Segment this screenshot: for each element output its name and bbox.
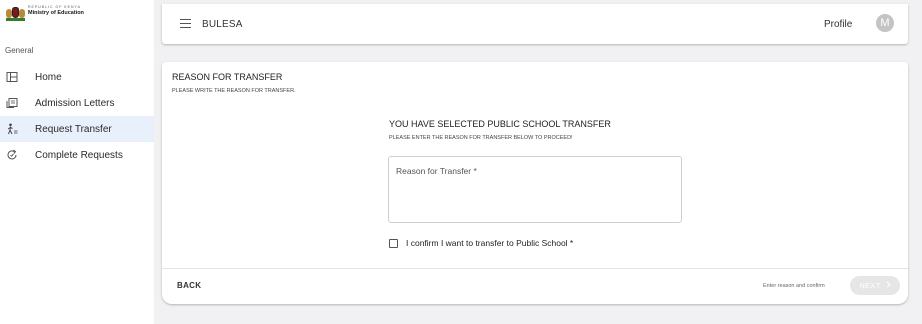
coat-of-arms-icon [6, 6, 25, 21]
refresh-icon [6, 149, 18, 161]
sidebar-item-home[interactable]: Home [0, 64, 154, 90]
selection-title: YOU HAVE SELECTED PUBLIC SCHOOL TRANSFER [389, 119, 611, 129]
dashboard-icon [6, 71, 18, 83]
confirm-transfer-option[interactable]: I confirm I want to transfer to Public S… [389, 238, 573, 248]
avatar[interactable]: M [876, 14, 894, 32]
sidebar-item-label: Complete Requests [35, 149, 123, 161]
sidebar-item-label: Home [35, 71, 62, 83]
form-subtitle: PLEASE WRITE THE REASON FOR TRANSFER. [172, 88, 296, 94]
reason-field [388, 156, 682, 223]
transfer-form-card: REASON FOR TRANSFER PLEASE WRITE THE REA… [162, 62, 908, 304]
selection-subtitle: PLEASE ENTER THE REASON FOR TRANSFER BEL… [389, 135, 573, 141]
letters-icon [6, 97, 18, 109]
reason-input[interactable] [396, 166, 674, 216]
app-title: BULESA [202, 19, 243, 30]
next-button-label: NEXT [859, 281, 881, 290]
sidebar-item-complete-requests[interactable]: Complete Requests [0, 142, 154, 168]
next-button[interactable]: NEXT [850, 276, 900, 295]
app-header: BULESA Profile M [162, 4, 908, 44]
next-hint-text: Enter reason and confirm [763, 283, 825, 289]
chevron-right-icon [886, 281, 891, 290]
back-button[interactable]: BACK [177, 281, 201, 290]
transfer-icon [6, 123, 18, 135]
logo-ministry-text: Ministry of Education [28, 9, 84, 16]
sidebar-item-admission-letters[interactable]: Admission Letters [0, 90, 154, 116]
nav-section-label: General [5, 46, 34, 55]
logo-country-text: REPUBLIC OF KENYA [28, 5, 81, 9]
sidebar: REPUBLIC OF KENYA Ministry of Education … [0, 0, 154, 324]
footer-divider [162, 268, 908, 269]
confirm-label[interactable]: I confirm I want to transfer to Public S… [406, 238, 573, 248]
sidebar-item-request-transfer[interactable]: Request Transfer [0, 116, 154, 142]
confirm-checkbox[interactable] [389, 238, 398, 248]
profile-link[interactable]: Profile [824, 19, 852, 30]
ministry-logo[interactable]: REPUBLIC OF KENYA Ministry of Education [6, 5, 84, 21]
menu-icon[interactable] [180, 19, 191, 28]
sidebar-item-label: Request Transfer [35, 123, 112, 135]
form-title: REASON FOR TRANSFER [172, 72, 283, 82]
sidebar-item-label: Admission Letters [35, 97, 115, 109]
